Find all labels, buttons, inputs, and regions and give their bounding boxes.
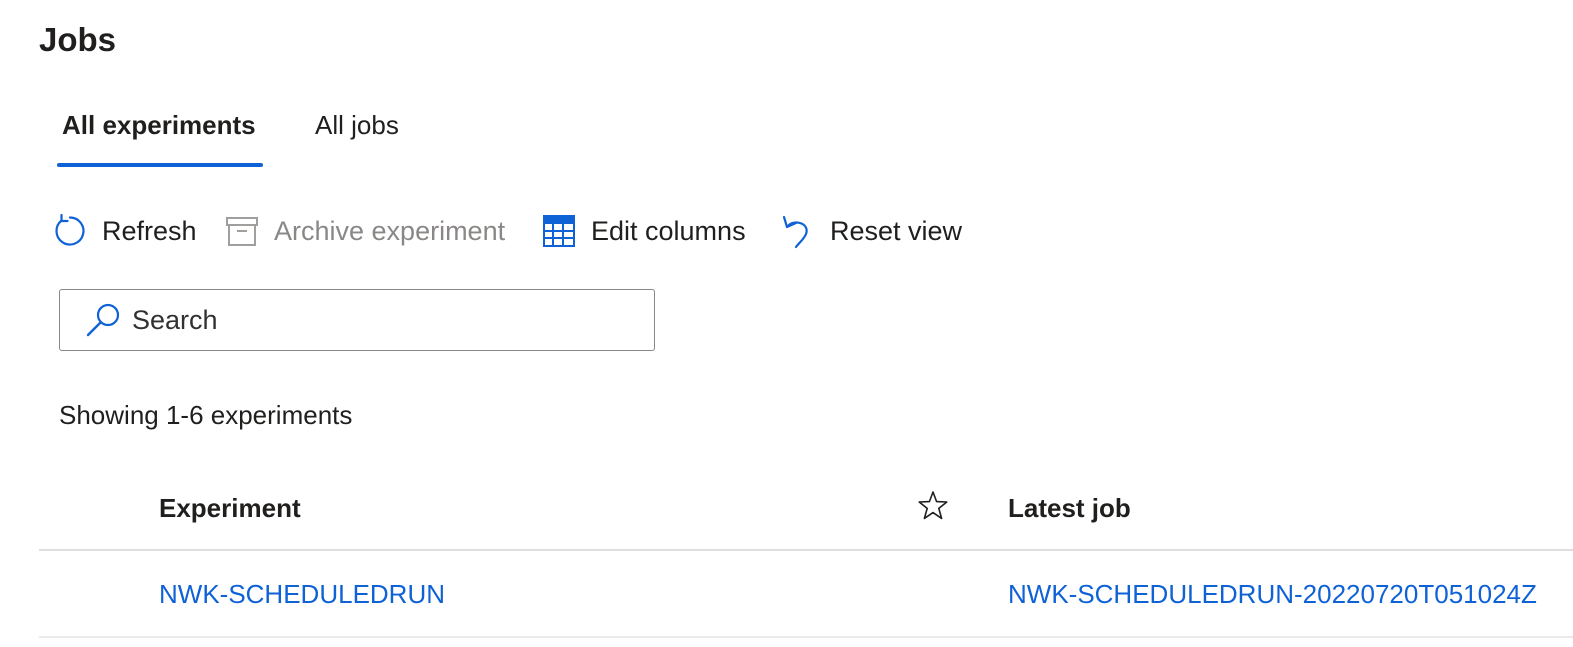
edit-columns-label: Edit columns bbox=[591, 215, 746, 246]
refresh-label: Refresh bbox=[102, 215, 197, 246]
page-title: Jobs bbox=[39, 21, 117, 58]
row-divider bbox=[39, 636, 1573, 638]
tab-all-experiments[interactable]: All experiments bbox=[62, 106, 256, 144]
column-header-experiment[interactable]: Experiment bbox=[159, 490, 301, 526]
header-divider bbox=[39, 549, 1573, 551]
archive-label: Archive experiment bbox=[274, 215, 506, 246]
reset-view-button[interactable]: Reset view bbox=[780, 208, 962, 254]
tab-all-jobs[interactable]: All jobs bbox=[315, 106, 399, 144]
active-tab-indicator bbox=[57, 163, 263, 167]
edit-columns-button[interactable]: Edit columns bbox=[541, 208, 746, 254]
table-columns-icon bbox=[541, 213, 577, 249]
results-count: Showing 1-6 experiments bbox=[59, 400, 353, 430]
search-input[interactable] bbox=[132, 304, 612, 336]
search-icon bbox=[84, 301, 122, 339]
archive-experiment-button[interactable]: Archive experiment bbox=[224, 208, 505, 254]
refresh-icon bbox=[52, 213, 88, 249]
search-box[interactable] bbox=[59, 289, 655, 351]
star-icon[interactable] bbox=[916, 489, 950, 523]
column-header-latest-job[interactable]: Latest job bbox=[1008, 490, 1131, 526]
undo-icon bbox=[780, 213, 816, 249]
reset-view-label: Reset view bbox=[830, 215, 963, 246]
latest-job-link[interactable]: NWK-SCHEDULEDRUN-20220720T051024Z bbox=[1008, 576, 1537, 612]
archive-icon bbox=[224, 213, 260, 249]
experiment-link[interactable]: NWK-SCHEDULEDRUN bbox=[159, 576, 445, 612]
refresh-button[interactable]: Refresh bbox=[52, 208, 197, 254]
